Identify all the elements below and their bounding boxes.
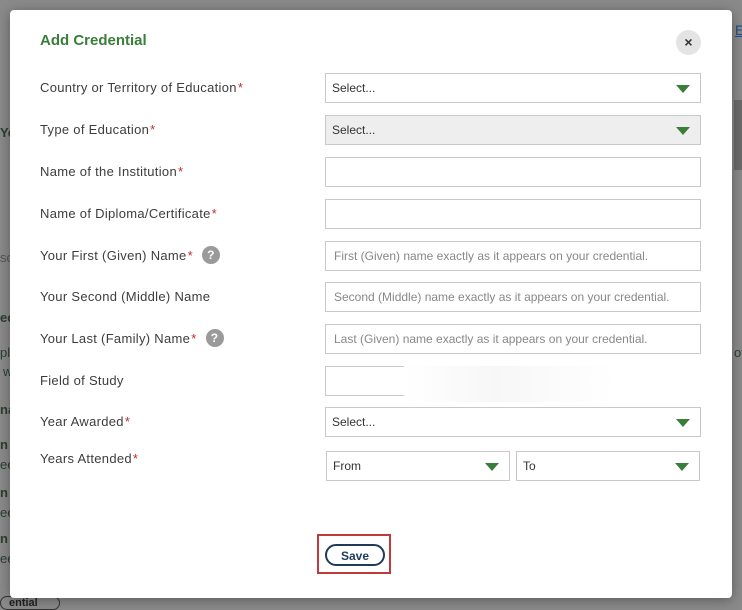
last-name-label: Your Last (Family) Name * ? bbox=[40, 329, 224, 347]
years-attended-to-select[interactable]: To bbox=[516, 451, 700, 481]
education-type-label: Type of Education * bbox=[40, 122, 156, 137]
education-type-select-value: Select... bbox=[332, 123, 376, 137]
last-name-row: Your Last (Family) Name * ? Last (Given) … bbox=[10, 324, 732, 354]
backdrop-text: of bbox=[734, 345, 742, 360]
obscured-region bbox=[405, 366, 705, 402]
first-name-label: Your First (Given) Name * ? bbox=[40, 246, 220, 264]
chevron-down-icon bbox=[676, 127, 690, 135]
first-name-placeholder: First (Given) name exactly as it appears… bbox=[334, 249, 649, 263]
years-attended-label: Years Attended * bbox=[40, 451, 139, 466]
chevron-down-icon bbox=[485, 463, 499, 471]
chevron-down-icon bbox=[676, 85, 690, 93]
country-select-value: Select... bbox=[332, 81, 376, 95]
first-name-row: Your First (Given) Name * ? First (Given)… bbox=[10, 241, 732, 271]
diploma-row: Name of Diploma/Certificate * bbox=[10, 199, 732, 229]
middle-name-input[interactable]: Second (Middle) name exactly as it appea… bbox=[325, 282, 701, 312]
diploma-label: Name of Diploma/Certificate * bbox=[40, 206, 218, 221]
year-awarded-select[interactable]: Select... bbox=[325, 407, 701, 437]
country-label: Country or Territory of Education * bbox=[40, 80, 244, 95]
close-button[interactable]: × bbox=[676, 30, 701, 55]
middle-name-label: Your Second (Middle) Name bbox=[40, 289, 211, 304]
backdrop-scrollbar bbox=[734, 100, 742, 170]
add-credential-modal: Add Credential × Country or Territory of… bbox=[10, 10, 732, 598]
year-awarded-select-value: Select... bbox=[332, 415, 376, 429]
from-select-value: From bbox=[333, 459, 361, 473]
institution-row: Name of the Institution * bbox=[10, 157, 732, 187]
help-icon[interactable]: ? bbox=[201, 246, 220, 264]
education-type-select[interactable]: Select... bbox=[325, 115, 701, 145]
backdrop-button[interactable]: ential bbox=[0, 596, 60, 610]
years-attended-from-select[interactable]: From bbox=[326, 451, 510, 481]
to-select-value: To bbox=[523, 459, 536, 473]
years-attended-row: Years Attended * From To bbox=[10, 451, 732, 481]
close-icon: × bbox=[684, 34, 693, 50]
country-select[interactable]: Select... bbox=[325, 73, 701, 103]
institution-label: Name of the Institution * bbox=[40, 164, 184, 179]
help-icon[interactable]: ? bbox=[205, 329, 224, 347]
required-mark: * bbox=[150, 122, 156, 137]
save-button[interactable]: Save bbox=[325, 544, 385, 566]
required-mark: * bbox=[124, 414, 131, 429]
required-mark: * bbox=[187, 247, 193, 263]
required-mark: * bbox=[211, 206, 218, 221]
last-name-placeholder: Last (Given) name exactly as it appears … bbox=[334, 332, 648, 346]
field-of-study-input[interactable] bbox=[325, 366, 404, 396]
year-awarded-label: Year Awarded * bbox=[40, 414, 131, 429]
required-mark: * bbox=[132, 451, 139, 466]
chevron-down-icon bbox=[675, 463, 689, 471]
field-of-study-label: Field of Study bbox=[40, 373, 124, 388]
backdrop-text: pl bbox=[0, 345, 11, 360]
backdrop-link[interactable]: E bbox=[735, 22, 742, 38]
institution-input[interactable] bbox=[325, 157, 701, 187]
required-mark: * bbox=[177, 164, 184, 179]
year-awarded-row: Year Awarded * Select... bbox=[10, 407, 732, 437]
education-type-row: Type of Education * Select... bbox=[10, 115, 732, 145]
chevron-down-icon bbox=[676, 419, 690, 427]
diploma-input[interactable] bbox=[325, 199, 701, 229]
first-name-input[interactable]: First (Given) name exactly as it appears… bbox=[325, 241, 701, 271]
field-of-study-row: Field of Study bbox=[10, 366, 732, 402]
last-name-input[interactable]: Last (Given) name exactly as it appears … bbox=[325, 324, 701, 354]
middle-name-placeholder: Second (Middle) name exactly as it appea… bbox=[334, 290, 670, 304]
middle-name-row: Your Second (Middle) Name Second (Middle… bbox=[10, 282, 732, 312]
modal-title: Add Credential bbox=[40, 32, 147, 49]
required-mark: * bbox=[191, 330, 197, 346]
required-mark: * bbox=[237, 80, 244, 95]
country-row: Country or Territory of Education * Selec… bbox=[10, 73, 732, 103]
